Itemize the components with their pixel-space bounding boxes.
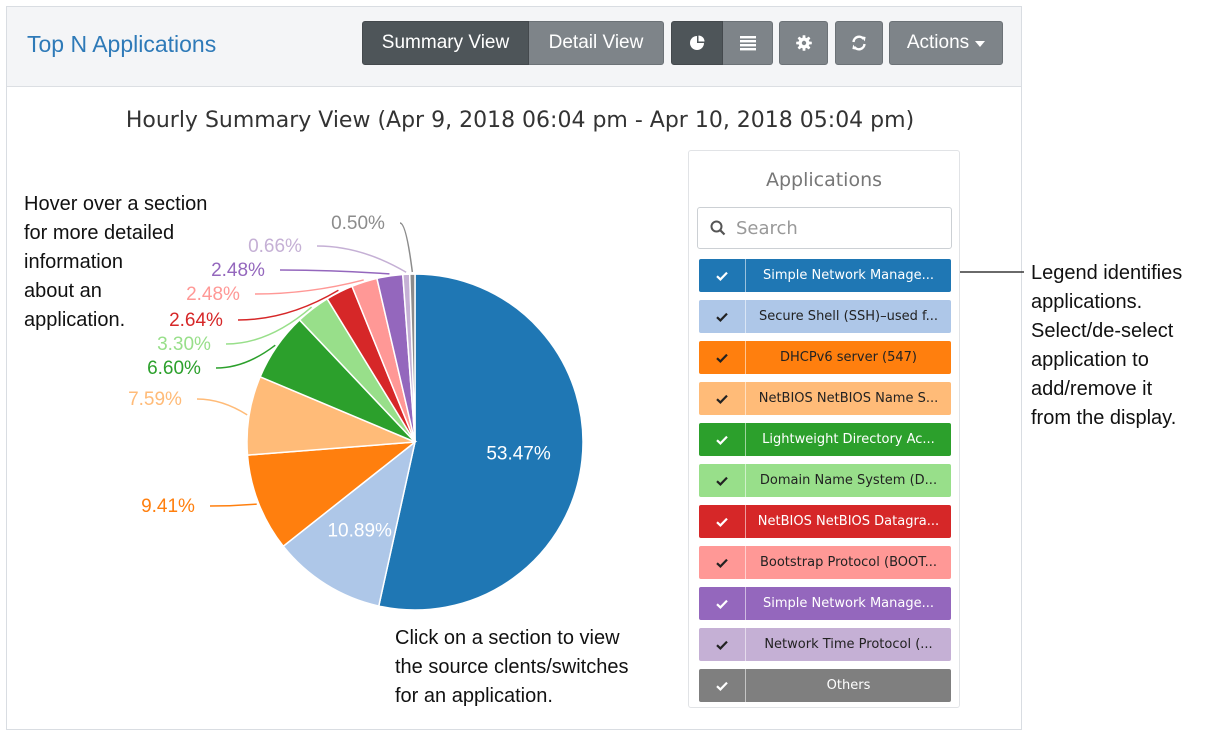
legend-item-label: NetBIOS NetBIOS Datagra... xyxy=(757,514,940,529)
legend-item-label: Others xyxy=(826,678,871,693)
check-icon[interactable] xyxy=(699,628,746,661)
check-icon[interactable] xyxy=(699,587,746,620)
legend-callout-line xyxy=(960,271,1024,273)
legend-list: Simple Network Manage... Secure Shell (SS… xyxy=(699,259,951,710)
legend-item[interactable]: Bootstrap Protocol (BOOT... xyxy=(699,546,951,579)
check-icon[interactable] xyxy=(699,259,746,292)
legend-item[interactable]: Network Time Protocol (... xyxy=(699,628,951,661)
legend-item-label: DHCPv6 server (547) xyxy=(779,350,918,365)
legend-item-label: NetBIOS NetBIOS Name S... xyxy=(758,391,939,406)
legend-item-label: Bootstrap Protocol (BOOT... xyxy=(759,555,938,570)
legend-item-label: Network Time Protocol (... xyxy=(764,637,933,652)
legend-item-label: Domain Name System (D... xyxy=(759,473,938,488)
legend-item-label: Simple Network Manage... xyxy=(763,268,934,283)
legend-search[interactable] xyxy=(697,207,952,249)
legend-item-label: Simple Network Manage... xyxy=(763,596,934,611)
search-input[interactable] xyxy=(734,216,938,240)
check-icon[interactable] xyxy=(699,341,746,374)
check-icon[interactable] xyxy=(699,464,746,497)
legend-item-label: Secure Shell (SSH)–used f... xyxy=(758,309,939,324)
legend-item[interactable]: Simple Network Manage... xyxy=(699,259,951,292)
search-icon xyxy=(710,220,726,236)
applications-legend: Applications Simple Network Manage... Sec… xyxy=(688,150,960,708)
legend-item[interactable]: Others xyxy=(699,669,951,702)
legend-item[interactable]: Domain Name System (D... xyxy=(699,464,951,497)
legend-item[interactable]: NetBIOS NetBIOS Name S... xyxy=(699,382,951,415)
legend-item[interactable]: NetBIOS NetBIOS Datagra... xyxy=(699,505,951,538)
legend-item[interactable]: Simple Network Manage... xyxy=(699,587,951,620)
check-icon[interactable] xyxy=(699,546,746,579)
legend-item-label: Lightweight Directory Ac... xyxy=(762,432,935,447)
legend-item[interactable]: Secure Shell (SSH)–used f... xyxy=(699,300,951,333)
check-icon[interactable] xyxy=(699,300,746,333)
legend-item[interactable]: DHCPv6 server (547) xyxy=(699,341,951,374)
check-icon[interactable] xyxy=(699,382,746,415)
check-icon[interactable] xyxy=(699,505,746,538)
legend-heading: Applications xyxy=(765,169,883,191)
check-icon[interactable] xyxy=(699,423,746,456)
legend-item[interactable]: Lightweight Directory Ac... xyxy=(699,423,951,456)
check-icon[interactable] xyxy=(699,669,746,702)
